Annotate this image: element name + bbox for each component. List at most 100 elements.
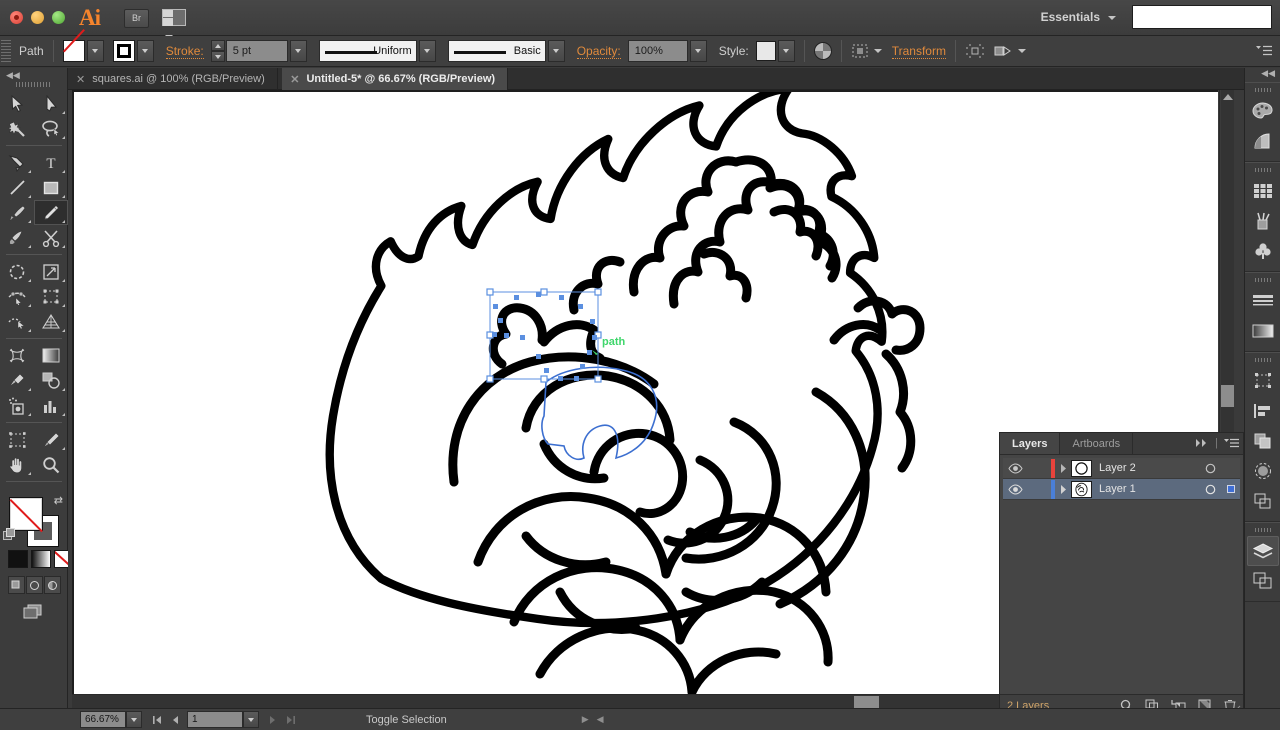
align-icon[interactable] xyxy=(965,43,985,59)
next-page-icon[interactable] xyxy=(269,715,277,725)
previous-page-icon[interactable] xyxy=(171,715,179,725)
select-similar-objects-icon[interactable] xyxy=(993,43,1013,59)
stroke-weight-dropdown[interactable] xyxy=(289,40,307,62)
draw-normal-button[interactable] xyxy=(8,576,25,594)
eyedropper-tool[interactable] xyxy=(0,368,34,393)
color-panel-icon[interactable] xyxy=(1247,96,1279,126)
artboard-number-input[interactable]: 1 xyxy=(187,711,243,728)
minimize-window-button[interactable] xyxy=(31,11,44,24)
scroll-up-icon[interactable] xyxy=(1223,94,1233,100)
shape-builder-tool[interactable] xyxy=(0,309,34,334)
appearance-panel-icon[interactable] xyxy=(1247,486,1279,516)
transparency-panel-icon[interactable] xyxy=(1247,456,1279,486)
lasso-tool[interactable] xyxy=(34,116,68,141)
collapse-to-icons-icon[interactable] xyxy=(1195,438,1209,448)
brush-definition-dropdown[interactable] xyxy=(547,40,565,62)
stroke-dropdown-button[interactable] xyxy=(136,40,154,62)
gradient-tool[interactable] xyxy=(34,343,68,368)
gradient-panel-icon[interactable] xyxy=(1247,316,1279,346)
collapse-tools-icon[interactable]: ◀◀ xyxy=(6,70,20,81)
zoom-level-input[interactable]: 66.67% xyxy=(80,711,126,728)
scale-tool[interactable] xyxy=(34,259,68,284)
status-collapse-icon[interactable]: ◀ xyxy=(597,714,604,725)
align-panel-icon[interactable] xyxy=(1247,396,1279,426)
arrange-documents-button[interactable] xyxy=(162,9,196,39)
tab-artboards[interactable]: Artboards xyxy=(1060,433,1134,454)
fill-color-swatch[interactable] xyxy=(62,40,85,62)
zoom-tool[interactable] xyxy=(34,452,68,477)
chevron-down-icon[interactable] xyxy=(1017,49,1026,53)
close-window-button[interactable] xyxy=(10,11,23,24)
perspective-grid-tool[interactable] xyxy=(34,309,68,334)
layer-expand-toggle[interactable] xyxy=(1055,484,1071,494)
graphic-style-swatch[interactable] xyxy=(755,41,776,61)
type-tool[interactable]: T xyxy=(34,150,68,175)
table-row[interactable]: Layer 2 xyxy=(1003,458,1240,479)
artboard-tool[interactable] xyxy=(0,427,34,452)
layer-visibility-toggle[interactable] xyxy=(1003,462,1027,474)
control-bar-left-grip[interactable] xyxy=(1,40,6,62)
transform-link[interactable]: Transform xyxy=(891,44,946,59)
opacity-dropdown[interactable] xyxy=(689,40,707,62)
close-icon[interactable]: ✕ xyxy=(76,73,85,86)
default-fill-stroke-icon[interactable] xyxy=(3,528,16,541)
fill-color-control[interactable] xyxy=(9,497,43,531)
chevron-down-icon[interactable] xyxy=(873,49,882,53)
opacity-input[interactable]: 100% xyxy=(627,40,688,62)
artboard-number-dropdown[interactable] xyxy=(243,711,259,728)
scrollbar-thumb[interactable] xyxy=(1221,385,1234,407)
change-screen-mode-icon[interactable] xyxy=(22,604,44,620)
stroke-weight-input[interactable]: 5 pt xyxy=(225,40,288,62)
transform-panel-icon[interactable] xyxy=(1247,366,1279,396)
blob-brush-tool[interactable] xyxy=(0,225,34,250)
brushes-panel-icon[interactable] xyxy=(1247,206,1279,236)
dock-group-grip[interactable] xyxy=(1254,88,1271,92)
brush-definition-select[interactable]: Basic xyxy=(447,40,546,62)
layer-target-indicator[interactable] xyxy=(1198,484,1222,495)
symbol-sprayer-tool[interactable] xyxy=(0,393,34,418)
workspace-switcher-label[interactable]: Essentials xyxy=(1041,10,1100,24)
color-guide-panel-icon[interactable] xyxy=(1247,126,1279,156)
color-mode-gradient-button[interactable] xyxy=(31,550,51,568)
recolor-artwork-icon[interactable] xyxy=(813,42,832,60)
dock-group-grip[interactable] xyxy=(1254,168,1271,172)
isolate-selected-icon[interactable] xyxy=(851,43,869,59)
layer-name[interactable]: Layer 1 xyxy=(1099,483,1198,495)
rotate-tool[interactable] xyxy=(0,259,34,284)
document-tab-squares[interactable]: ✕ squares.ai @ 100% (RGB/Preview) xyxy=(68,68,278,90)
dock-group-grip[interactable] xyxy=(1254,528,1271,532)
artboards-panel-icon[interactable] xyxy=(1247,566,1279,596)
panel-menu-icon[interactable] xyxy=(1224,438,1239,449)
search-input[interactable] xyxy=(1132,5,1272,29)
stroke-color-swatch[interactable] xyxy=(112,40,135,62)
maximize-window-button[interactable] xyxy=(52,11,65,24)
status-expand-icon[interactable]: ▶ xyxy=(582,714,589,725)
chevron-down-icon[interactable] xyxy=(1108,16,1116,20)
column-graph-tool[interactable] xyxy=(34,393,68,418)
symbols-panel-icon[interactable] xyxy=(1247,236,1279,266)
blend-tool[interactable] xyxy=(34,368,68,393)
layers-panel-icon[interactable] xyxy=(1246,536,1279,566)
line-segment-tool[interactable] xyxy=(0,175,34,200)
stroke-profile-dropdown[interactable] xyxy=(418,40,436,62)
slice-tool[interactable] xyxy=(34,427,68,452)
fill-dropdown-button[interactable] xyxy=(86,40,104,62)
magic-wand-tool[interactable] xyxy=(0,116,34,141)
first-page-icon[interactable] xyxy=(152,715,162,725)
hand-tool[interactable] xyxy=(0,452,34,477)
tab-layers[interactable]: Layers xyxy=(1000,433,1061,454)
scrollbar-thumb[interactable] xyxy=(854,696,879,708)
width-tool[interactable] xyxy=(0,284,34,309)
stroke-panel-icon[interactable] xyxy=(1247,286,1279,316)
swatches-panel-icon[interactable] xyxy=(1247,176,1279,206)
bridge-button[interactable]: Br xyxy=(124,9,149,28)
stroke-weight-stepper[interactable] xyxy=(210,40,225,62)
graphic-style-dropdown[interactable] xyxy=(777,40,795,62)
opacity-label[interactable]: Opacity: xyxy=(576,44,621,59)
draw-inside-button[interactable] xyxy=(44,576,61,594)
mesh-tool[interactable] xyxy=(0,343,34,368)
status-text[interactable]: Toggle Selection xyxy=(366,714,447,726)
selection-tool[interactable] xyxy=(0,91,34,116)
swap-fill-stroke-icon[interactable]: ⇄ xyxy=(54,494,63,507)
color-mode-solid-button[interactable] xyxy=(8,550,28,568)
